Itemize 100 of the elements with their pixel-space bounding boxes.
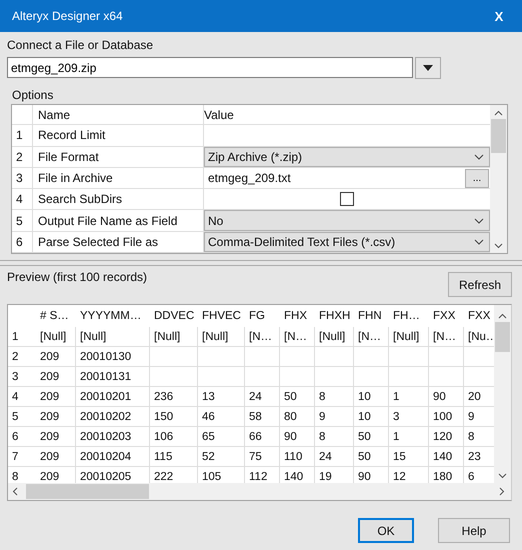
- row-number: 5: [11, 410, 20, 424]
- chevron-icon: [474, 238, 484, 245]
- table-cell: 20010130: [76, 347, 150, 366]
- row-number: 1: [12, 125, 33, 146]
- column-header: DDVEC: [153, 309, 196, 324]
- column-header: FHX: [283, 309, 308, 324]
- table-cell: [Null]: [315, 327, 354, 346]
- table-cell: 13: [198, 387, 245, 406]
- table-cell: 24: [315, 447, 354, 466]
- horizontal-scrollbar[interactable]: [8, 483, 511, 500]
- table-cell: 20010131: [76, 367, 150, 386]
- table-cell: 10: [354, 387, 389, 406]
- value-field[interactable]: etmgeg_209.txt: [204, 168, 465, 188]
- value-dropdown[interactable]: Zip Archive (*.zip): [204, 146, 490, 167]
- table-cell: 209: [36, 367, 76, 386]
- table-cell: 58: [245, 407, 280, 426]
- table-cell: 8: [315, 387, 354, 406]
- scrollbar-thumb[interactable]: [26, 484, 149, 499]
- file-input-field[interactable]: etmgeg_209.zip: [7, 57, 413, 78]
- table-cell: 66: [245, 427, 280, 446]
- table-cell: [Null]: [150, 327, 198, 346]
- column-header: FG: [248, 309, 266, 324]
- table-cell: 90: [429, 387, 464, 406]
- table-cell: 75: [245, 447, 280, 466]
- table-cell: 209: [36, 387, 76, 406]
- dialog-button[interactable]: Help: [438, 518, 510, 543]
- table-cell: [Null]: [389, 327, 429, 346]
- row-number: 5: [12, 210, 33, 231]
- option-name: Search SubDirs: [33, 189, 204, 210]
- row-number: 6: [11, 430, 20, 444]
- option-name: Record Limit: [33, 125, 204, 146]
- chevron-icon: [474, 154, 484, 160]
- table-cell: 120: [429, 427, 464, 446]
- option-name: File in Archive: [33, 168, 204, 188]
- vertical-scrollbar[interactable]: [490, 105, 507, 253]
- table-cell: 236: [150, 387, 198, 406]
- table-cell: 24: [245, 387, 280, 406]
- row-number: 1: [11, 330, 20, 344]
- column-header: Value: [204, 106, 235, 124]
- window-title: Alteryx Designer x64: [12, 9, 123, 23]
- caret-icon: [423, 65, 433, 71]
- row-number: 8: [11, 470, 20, 483]
- table-cell: 80: [280, 407, 315, 426]
- row-number: 4: [12, 189, 33, 210]
- table-cell: 20010203: [76, 427, 150, 446]
- table-cell: 50: [354, 427, 389, 446]
- row-number: 4: [11, 390, 20, 404]
- column-header: FHN: [357, 309, 383, 324]
- table-cell: 52: [198, 447, 245, 466]
- table-cell: 209: [36, 427, 76, 446]
- table-cell: 110: [280, 447, 315, 466]
- options-label: Options: [12, 88, 54, 102]
- table-cell: [N…: [354, 327, 389, 346]
- table-cell: 9: [315, 407, 354, 426]
- table-cell: 209: [36, 447, 76, 466]
- table-cell: 3: [389, 407, 429, 426]
- table-cell: [Null]: [36, 327, 76, 346]
- table-cell: [N…: [280, 327, 315, 346]
- row-number: 2: [12, 146, 33, 167]
- table-cell: [N…: [245, 327, 280, 346]
- connect-label: Connect a File or Database: [7, 38, 154, 52]
- row-number: 3: [11, 370, 20, 384]
- scrollbar-thumb[interactable]: [495, 322, 510, 352]
- value-dropdown[interactable]: Comma-Delimited Text Files (*.csv): [204, 232, 490, 252]
- column-header: FH…: [392, 309, 421, 324]
- table-cell: [Null]: [76, 327, 150, 346]
- chevron-icon: [474, 218, 484, 224]
- refresh-button[interactable]: Refresh: [448, 272, 512, 297]
- dropdown-button[interactable]: [415, 57, 441, 79]
- table-cell: 1: [389, 387, 429, 406]
- scrollbar-thumb[interactable]: [491, 119, 506, 153]
- table-cell: 209: [36, 407, 76, 426]
- table-cell: 10: [354, 407, 389, 426]
- table-cell: 8: [315, 427, 354, 446]
- column-header: FHXH: [318, 309, 352, 324]
- table-cell: 50: [280, 387, 315, 406]
- table-cell: 100: [429, 407, 464, 426]
- column-header: YYYYMM…: [79, 309, 142, 324]
- browse-button[interactable]: ...: [465, 168, 489, 188]
- table-cell: [N…: [429, 327, 464, 346]
- vertical-scrollbar[interactable]: [494, 305, 511, 483]
- checkbox[interactable]: [340, 192, 354, 206]
- table-cell: 115: [150, 447, 198, 466]
- column-header: # S…: [39, 309, 70, 324]
- column-header: FXX: [432, 309, 456, 324]
- table-cell: 50: [354, 447, 389, 466]
- table-cell: 20010202: [76, 407, 150, 426]
- row-number: 6: [12, 232, 33, 252]
- table-cell: 20010201: [76, 387, 150, 406]
- table-cell: [Null]: [198, 327, 245, 346]
- row-number: 3: [12, 168, 33, 188]
- value-dropdown[interactable]: No: [204, 210, 490, 231]
- table-cell: 106: [150, 427, 198, 446]
- table-cell: 20010204: [76, 447, 150, 466]
- row-number: 2: [11, 350, 20, 364]
- table-cell: 15: [389, 447, 429, 466]
- table-cell: 1: [389, 427, 429, 446]
- column-header: FXX: [467, 309, 492, 324]
- table-cell: 150: [150, 407, 198, 426]
- dialog-button[interactable]: OK: [358, 518, 414, 543]
